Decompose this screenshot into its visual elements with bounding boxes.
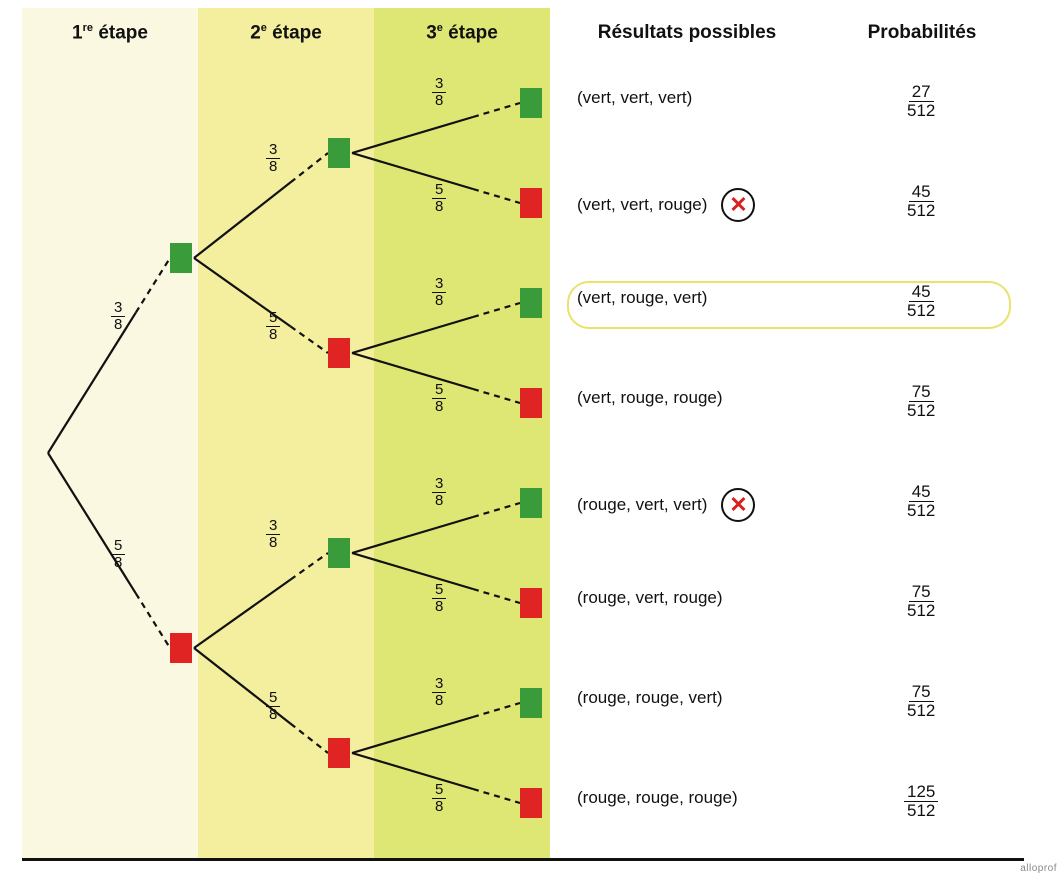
diagram-panel: 1re étape 2e étape 3e étape Résultats po…	[22, 8, 1024, 861]
branch-fraction: 58	[430, 382, 448, 415]
cross-icon: ✕	[721, 488, 755, 522]
stage3-box-1	[520, 188, 542, 218]
stage1-box-1	[170, 633, 192, 663]
outcome-row: rouge, vert, rouge	[577, 588, 817, 608]
branch-fraction: 58	[109, 538, 127, 571]
outcome-text: rouge, vert, vert	[577, 495, 707, 515]
stage2-box-2	[328, 538, 350, 568]
stage3-box-7	[520, 788, 542, 818]
branch-fraction: 38	[109, 300, 127, 333]
stage3-box-6	[520, 688, 542, 718]
outcome-row: rouge, rouge, rouge	[577, 788, 817, 808]
outcome-text: vert, vert, vert	[577, 88, 692, 108]
stage3-box-2	[520, 288, 542, 318]
branch-fraction: 58	[430, 582, 448, 615]
stage3-box-3	[520, 388, 542, 418]
outcome-text: rouge, vert, rouge	[577, 588, 723, 608]
outcome-probability: 45512	[902, 283, 940, 320]
branch-fraction: 38	[430, 276, 448, 309]
stage3-box-5	[520, 588, 542, 618]
outcome-row: vert, rouge, rouge	[577, 388, 817, 408]
outcome-probability: 45512	[902, 483, 940, 520]
stage2-box-1	[328, 338, 350, 368]
outcome-text: rouge, rouge, vert	[577, 688, 723, 708]
branch-fraction: 38	[430, 476, 448, 509]
branch-fraction: 58	[430, 182, 448, 215]
branch-fraction: 58	[264, 690, 282, 723]
outcome-text: vert, rouge, vert	[577, 288, 707, 308]
stage3-box-4	[520, 488, 542, 518]
probability-tree	[22, 8, 1024, 858]
outcome-text: vert, vert, rouge	[577, 195, 707, 215]
stage3-box-0	[520, 88, 542, 118]
branch-fraction: 38	[264, 142, 282, 175]
outcome-probability: 75512	[902, 583, 940, 620]
branch-fraction: 38	[430, 76, 448, 109]
outcome-probability: 125512	[902, 783, 940, 820]
outcome-row: vert, vert, vert	[577, 88, 817, 108]
outcome-text: rouge, rouge, rouge	[577, 788, 738, 808]
outcome-probability: 27512	[902, 83, 940, 120]
outcome-row: rouge, rouge, vert	[577, 688, 817, 708]
outcome-row: vert, vert, rouge ✕	[577, 188, 817, 222]
stage1-box-0	[170, 243, 192, 273]
branch-fraction: 58	[430, 782, 448, 815]
cross-icon: ✕	[721, 188, 755, 222]
outcome-row: rouge, vert, vert ✕	[577, 488, 817, 522]
outcome-probability: 75512	[902, 683, 940, 720]
branch-fraction: 58	[264, 310, 282, 343]
outcome-probability: 45512	[902, 183, 940, 220]
outcome-probability: 75512	[902, 383, 940, 420]
stage2-box-3	[328, 738, 350, 768]
stage2-box-0	[328, 138, 350, 168]
credit-label: alloprof	[1020, 863, 1057, 874]
branch-fraction: 38	[430, 676, 448, 709]
outcome-row: vert, rouge, vert	[577, 288, 817, 308]
branch-fraction: 38	[264, 518, 282, 551]
outcome-text: vert, rouge, rouge	[577, 388, 723, 408]
